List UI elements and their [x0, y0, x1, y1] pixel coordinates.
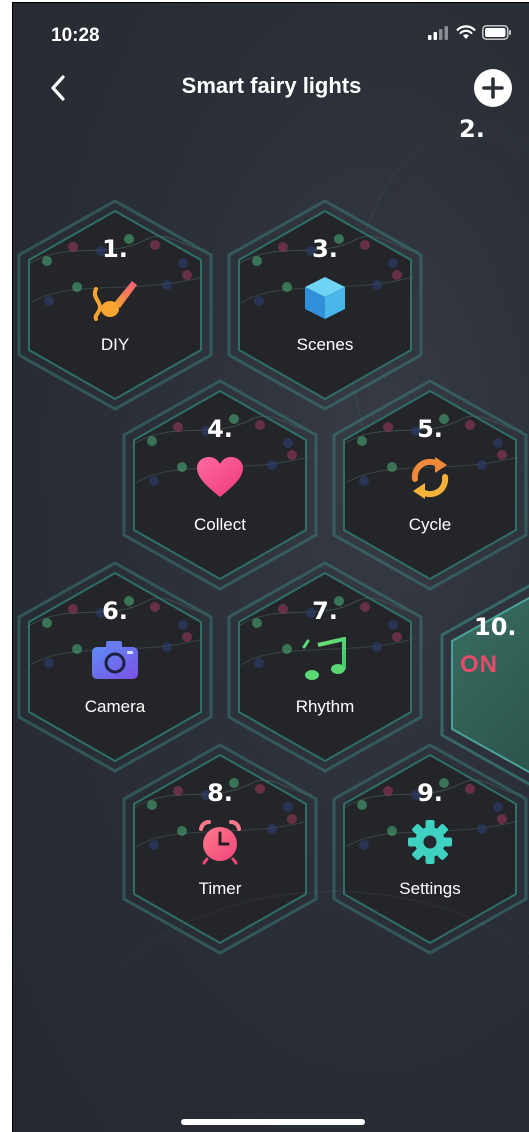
- power-tile-shape: [440, 584, 529, 786]
- tile-content: 6. Camera: [17, 561, 213, 773]
- tile-label: Collect: [194, 515, 246, 534]
- tile-label: Camera: [84, 697, 146, 716]
- tile-content: 8. Timer: [122, 743, 318, 955]
- tile-collect[interactable]: 4. Collect: [122, 379, 318, 591]
- tile-rhythm[interactable]: 7. Rhythm: [227, 561, 423, 773]
- power-state-label: ON: [460, 651, 498, 678]
- tile-content: 4. Collect: [122, 379, 318, 591]
- annotation-add: 2.: [459, 115, 485, 143]
- power-toggle-tile[interactable]: 10. ON: [440, 579, 529, 791]
- tile-label: Scenes: [296, 335, 354, 354]
- cube-icon: [300, 275, 350, 321]
- battery-icon: [482, 25, 511, 40]
- alarm-clock-icon: [195, 819, 245, 865]
- cellular-signal-icon: [428, 25, 448, 40]
- heart-icon: [195, 455, 245, 501]
- cycle-arrows-icon: [405, 455, 455, 501]
- tile-label: DIY: [100, 335, 130, 354]
- tile-cycle[interactable]: 5. Cycle: [332, 379, 528, 591]
- home-indicator: [181, 1119, 365, 1125]
- paint-brush-icon: [90, 275, 140, 321]
- tile-content: 5. Cycle: [332, 379, 528, 591]
- status-icons: [428, 25, 512, 40]
- tile-content: 7. Rhythm: [227, 561, 423, 773]
- nav-header: Smart fairy lights: [13, 63, 529, 113]
- tile-annotation: 6.: [102, 597, 128, 625]
- camera-icon: [90, 637, 140, 683]
- tile-annotation: 5.: [417, 415, 443, 443]
- tile-camera[interactable]: 6. Camera: [17, 561, 213, 773]
- tile-label: Rhythm: [295, 697, 355, 716]
- add-button[interactable]: [474, 69, 512, 107]
- music-note-icon: [300, 636, 350, 683]
- status-bar: 10:28: [13, 3, 529, 63]
- tile-label: Timer: [198, 879, 242, 898]
- tile-label: Cycle: [408, 515, 452, 534]
- plus-icon: [482, 77, 504, 99]
- tile-label: Settings: [399, 879, 461, 898]
- status-time: 10:28: [51, 25, 100, 46]
- annotation-power: 10.: [474, 613, 517, 641]
- app-screen: 10:28 Smart fairy lights 2. 1. DIY 3. Sc…: [12, 2, 529, 1132]
- tile-annotation: 7.: [312, 597, 338, 625]
- tile-annotation: 1.: [102, 235, 128, 263]
- tile-annotation: 3.: [312, 235, 338, 263]
- page-title: Smart fairy lights: [181, 73, 362, 98]
- gear-icon: [405, 819, 455, 865]
- tile-timer[interactable]: 8. Timer: [122, 743, 318, 955]
- tile-annotation: 8.: [207, 779, 233, 807]
- tile-annotation: 4.: [207, 415, 233, 443]
- wifi-icon: [456, 25, 476, 39]
